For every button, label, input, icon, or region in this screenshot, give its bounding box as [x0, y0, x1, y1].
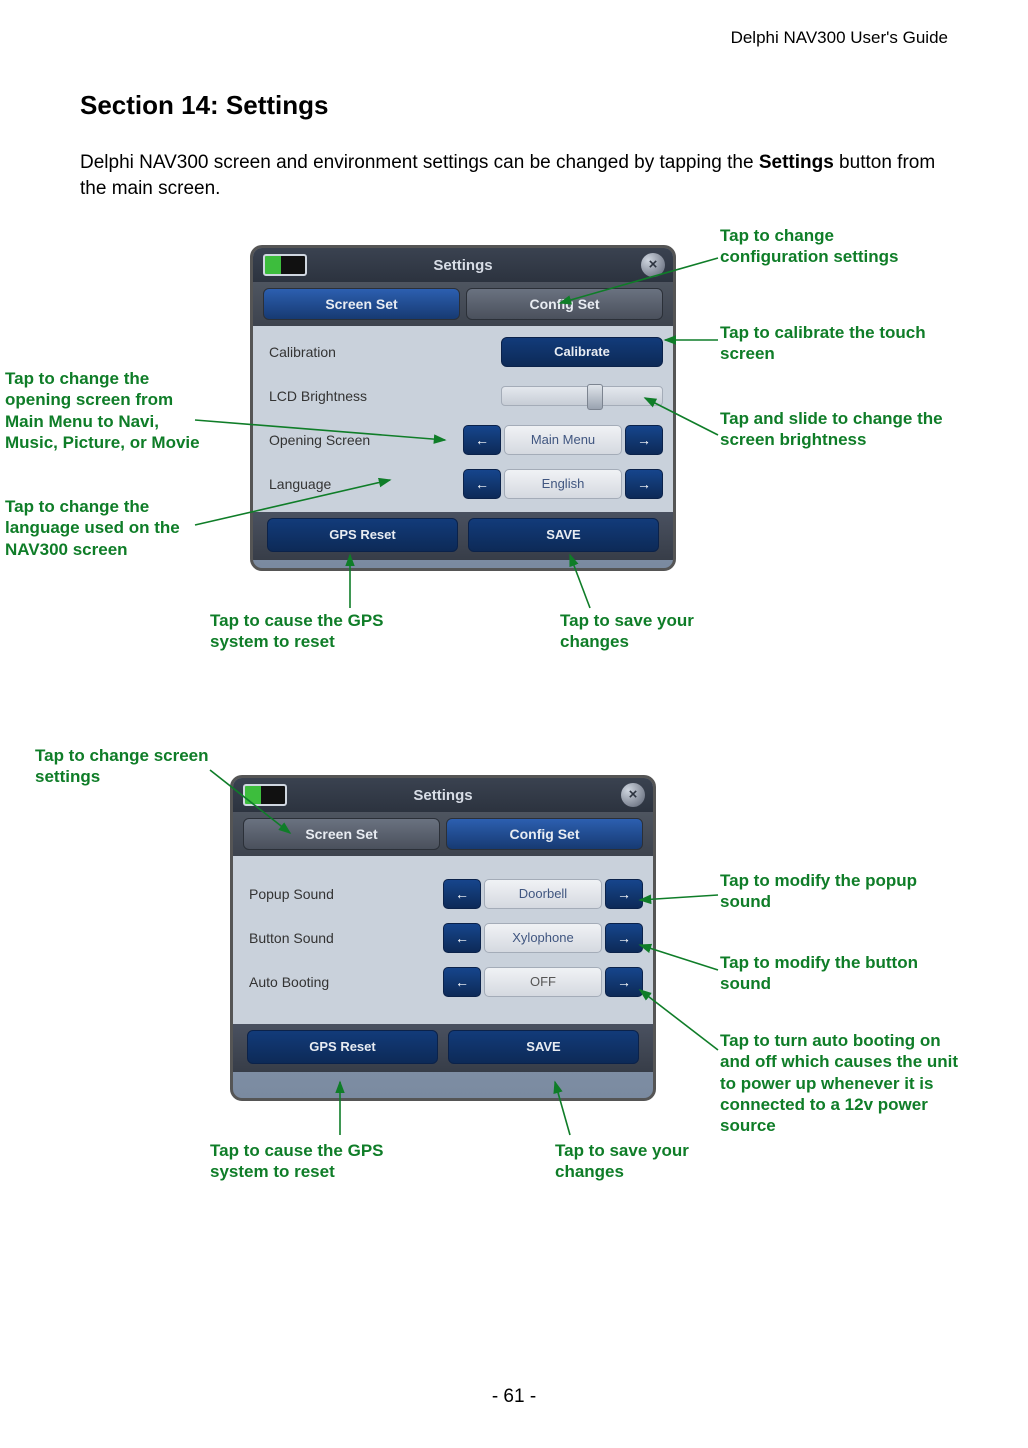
device-screenshot-screen-set: Settings × Screen Set Config Set Calibra… — [250, 245, 676, 571]
intro-pre: Delphi NAV300 screen and environment set… — [80, 152, 759, 173]
bottom-button-bar: GPS Reset SAVE — [233, 1024, 653, 1072]
callout-save-2: Tap to save your changes — [555, 1140, 735, 1183]
arrow-right-icon[interactable]: → — [625, 469, 663, 499]
callout-opening: Tap to change the opening screen from Ma… — [5, 368, 200, 453]
slider-thumb[interactable] — [587, 384, 603, 410]
auto-boot-value[interactable]: OFF — [484, 967, 602, 997]
close-icon[interactable]: × — [621, 783, 645, 807]
callout-save-1: Tap to save your changes — [560, 610, 740, 653]
arrow-left-icon[interactable]: ← — [463, 425, 501, 455]
row-brightness: LCD Brightness — [263, 376, 663, 416]
label-popup-sound: Popup Sound — [243, 886, 443, 902]
device-title: Settings — [253, 257, 673, 274]
opening-value[interactable]: Main Menu — [504, 425, 622, 455]
save-button[interactable]: SAVE — [468, 518, 659, 552]
tab-bar: Screen Set Config Set — [233, 812, 653, 856]
device-screenshot-config-set: Settings × Screen Set Config Set Popup S… — [230, 775, 656, 1101]
save-button[interactable]: SAVE — [448, 1030, 639, 1064]
arrow-left-icon[interactable]: ← — [443, 967, 481, 997]
row-language: Language ← English → — [263, 464, 663, 504]
popup-spinner: ← Doorbell → — [443, 879, 643, 909]
row-popup-sound: Popup Sound ← Doorbell → — [243, 874, 643, 914]
arrow-right-icon[interactable]: → — [605, 967, 643, 997]
auto-boot-spinner: ← OFF → — [443, 967, 643, 997]
section-intro: Delphi NAV300 screen and environment set… — [80, 150, 948, 201]
row-opening: Opening Screen ← Main Menu → — [263, 420, 663, 460]
label-opening: Opening Screen — [263, 432, 463, 448]
arrow-right-icon[interactable]: → — [605, 923, 643, 953]
brightness-slider[interactable] — [501, 386, 663, 406]
gps-reset-button[interactable]: GPS Reset — [247, 1030, 438, 1064]
tab-bar: Screen Set Config Set — [253, 282, 673, 326]
close-icon[interactable]: × — [641, 253, 665, 277]
language-spinner: ← English → — [463, 469, 663, 499]
page-number: - 61 - — [0, 1386, 1028, 1408]
callout-button-sound: Tap to modify the button sound — [720, 952, 930, 995]
popup-value[interactable]: Doorbell — [484, 879, 602, 909]
callout-screen-set: Tap to change screen settings — [35, 745, 215, 788]
tab-screen-set[interactable]: Screen Set — [243, 818, 440, 850]
label-brightness: LCD Brightness — [263, 388, 501, 404]
row-calibration: Calibration Calibrate — [263, 332, 663, 372]
arrow-right-icon[interactable]: → — [605, 879, 643, 909]
tab-config-set[interactable]: Config Set — [466, 288, 663, 320]
arrow-left-icon[interactable]: ← — [443, 923, 481, 953]
opening-spinner: ← Main Menu → — [463, 425, 663, 455]
row-auto-booting: Auto Booting ← OFF → — [243, 962, 643, 1002]
button-sound-value[interactable]: Xylophone — [484, 923, 602, 953]
row-button-sound: Button Sound ← Xylophone → — [243, 918, 643, 958]
device-title: Settings — [233, 787, 653, 804]
calibrate-button[interactable]: Calibrate — [501, 337, 663, 367]
intro-bold: Settings — [759, 152, 834, 173]
arrow-left-icon[interactable]: ← — [443, 879, 481, 909]
button-spinner: ← Xylophone → — [443, 923, 643, 953]
label-calibration: Calibration — [263, 344, 501, 360]
callout-popup-sound: Tap to modify the popup sound — [720, 870, 930, 913]
section-heading: Section 14: Settings — [80, 90, 329, 121]
page-header: Delphi NAV300 User's Guide — [731, 28, 948, 48]
gps-reset-button[interactable]: GPS Reset — [267, 518, 458, 552]
language-value[interactable]: English — [504, 469, 622, 499]
device-title-bar: Settings × — [233, 778, 653, 812]
bottom-button-bar: GPS Reset SAVE — [253, 512, 673, 560]
callout-gps-reset-2: Tap to cause the GPS system to reset — [210, 1140, 390, 1183]
callout-brightness: Tap and slide to change the screen brigh… — [720, 408, 950, 451]
callout-gps-reset-1: Tap to cause the GPS system to reset — [210, 610, 390, 653]
callout-calibrate: Tap to calibrate the touch screen — [720, 322, 940, 365]
device-title-bar: Settings × — [253, 248, 673, 282]
arrow-right-icon[interactable]: → — [625, 425, 663, 455]
label-language: Language — [263, 476, 463, 492]
tab-screen-set[interactable]: Screen Set — [263, 288, 460, 320]
callout-arrows — [0, 0, 1028, 1448]
callout-config-set: Tap to change configuration settings — [720, 225, 920, 268]
tab-config-set[interactable]: Config Set — [446, 818, 643, 850]
callout-language: Tap to change the language used on the N… — [5, 496, 205, 560]
arrow-left-icon[interactable]: ← — [463, 469, 501, 499]
label-auto-booting: Auto Booting — [243, 974, 443, 990]
settings-rows: Calibration Calibrate LCD Brightness Ope… — [253, 326, 673, 512]
settings-rows: Popup Sound ← Doorbell → Button Sound ← … — [233, 856, 653, 1024]
callout-auto-boot: Tap to turn auto booting on and off whic… — [720, 1030, 960, 1136]
label-button-sound: Button Sound — [243, 930, 443, 946]
